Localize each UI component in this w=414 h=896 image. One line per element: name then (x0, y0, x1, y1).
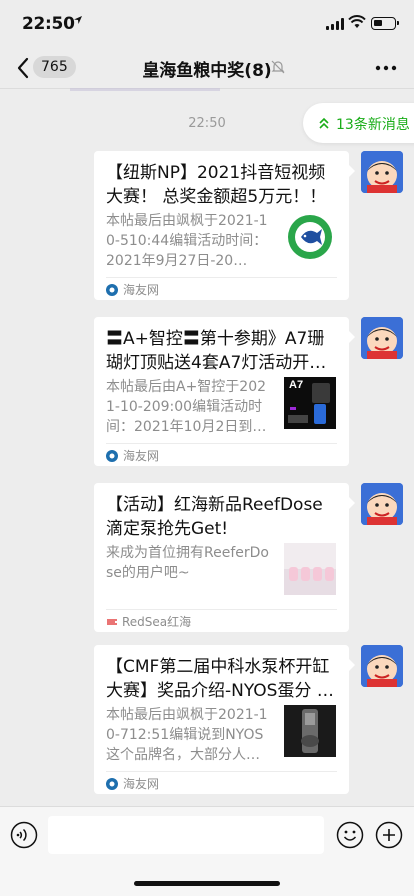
card-source-label: 海友网 (123, 283, 160, 297)
cellular-signal-icon (326, 18, 346, 30)
cartoon-avatar-icon (361, 645, 403, 687)
status-bar: 22:50 (0, 0, 414, 48)
card-title: 【纽斯NP】2021抖音短视频大赛！ 总奖金额超5万元！！ (106, 163, 327, 207)
voice-input-icon[interactable] (10, 821, 38, 849)
nyos-skimmer-icon (284, 705, 336, 757)
cartoon-avatar-icon (361, 317, 403, 359)
card-source-label: 海友网 (123, 449, 160, 463)
card-thumbnail: A7 (284, 377, 336, 429)
card-thumbnail (284, 705, 336, 757)
new-messages-label: 13条新消息 (336, 117, 410, 133)
emoji-icon[interactable] (336, 821, 364, 849)
more-options-icon[interactable] (374, 60, 398, 76)
link-card[interactable]: 〓A+智控〓第十参期》A7珊瑚灯顶贴送4套A7灯活动开… 本帖最后由A+智控于2… (94, 317, 355, 466)
card-description: 本帖最后由A+智控于2021-10-209:00编辑活动时间：2021年10月2… (106, 379, 267, 435)
card-source-label: RedSea红海 (122, 615, 192, 629)
card-thumbnail (284, 211, 336, 263)
chat-title: 皇海鱼粮中奖(8) (142, 61, 272, 81)
haiyou-source-icon (106, 450, 118, 462)
header-divider (0, 88, 414, 91)
card-description: 来成为首位拥有ReeferDose的用户吧~ (106, 545, 269, 581)
status-time: 22:50 (22, 14, 75, 34)
card-source-label: 海友网 (123, 777, 160, 791)
card-source: 海友网 (106, 448, 159, 464)
haiyou-source-icon (106, 284, 118, 296)
double-chevron-up-icon (319, 117, 329, 129)
location-arrow-icon (74, 16, 82, 24)
avatar[interactable] (361, 483, 403, 525)
card-divider (106, 771, 337, 772)
link-card[interactable]: 【纽斯NP】2021抖音短视频大赛！ 总奖金额超5万元！！ 本帖最后由飒枫于20… (94, 151, 355, 300)
avatar[interactable] (361, 151, 403, 193)
card-divider (106, 609, 337, 610)
card-source: RedSea红海 (106, 614, 191, 630)
chat-header: 765 皇海鱼粮中奖(8) (0, 48, 414, 88)
new-messages-button[interactable]: 13条新消息 (303, 103, 414, 143)
redsea-logo-icon (106, 618, 118, 626)
card-title: 【CMF第二届中科水泵杯开缸大赛】奖品介绍-NYOS蛋分 … (106, 657, 334, 701)
link-card[interactable]: 【活动】红海新品ReefDose滴定泵抢先Get! 来成为首位拥有ReeferD… (94, 483, 355, 632)
battery-icon (371, 17, 399, 30)
message-input[interactable] (48, 816, 324, 854)
plus-icon[interactable] (375, 821, 403, 849)
avatar[interactable] (361, 645, 403, 687)
card-title: 〓A+智控〓第十参期》A7珊瑚灯顶贴送4套A7灯活动开… (106, 329, 327, 373)
card-title: 【活动】红海新品ReefDose滴定泵抢先Get! (106, 495, 323, 539)
card-description: 本帖最后由飒枫于2021-10-712:51编辑说到NYOS这个品牌名，大部分人… (106, 707, 268, 763)
cartoon-avatar-icon (361, 483, 403, 525)
haiyou-source-icon (106, 778, 118, 790)
thumb-label: A7 (289, 379, 304, 391)
home-indicator (134, 881, 280, 886)
mute-bell-icon (271, 60, 285, 74)
avatar[interactable] (361, 317, 403, 359)
cartoon-avatar-icon (361, 151, 403, 193)
card-source: 海友网 (106, 282, 159, 298)
card-divider (106, 443, 337, 444)
wifi-icon (348, 15, 366, 28)
card-source: 海友网 (106, 776, 159, 792)
link-card[interactable]: 【CMF第二届中科水泵杯开缸大赛】奖品介绍-NYOS蛋分 … 本帖最后由飒枫于2… (94, 645, 355, 794)
np-fish-logo-icon (284, 211, 336, 263)
card-divider (106, 277, 337, 278)
reefdose-product-icon (284, 543, 336, 595)
card-description: 本帖最后由飒枫于2021-10-510:44编辑活动时间：2021年9月27日-… (106, 213, 268, 269)
card-thumbnail (284, 543, 336, 595)
